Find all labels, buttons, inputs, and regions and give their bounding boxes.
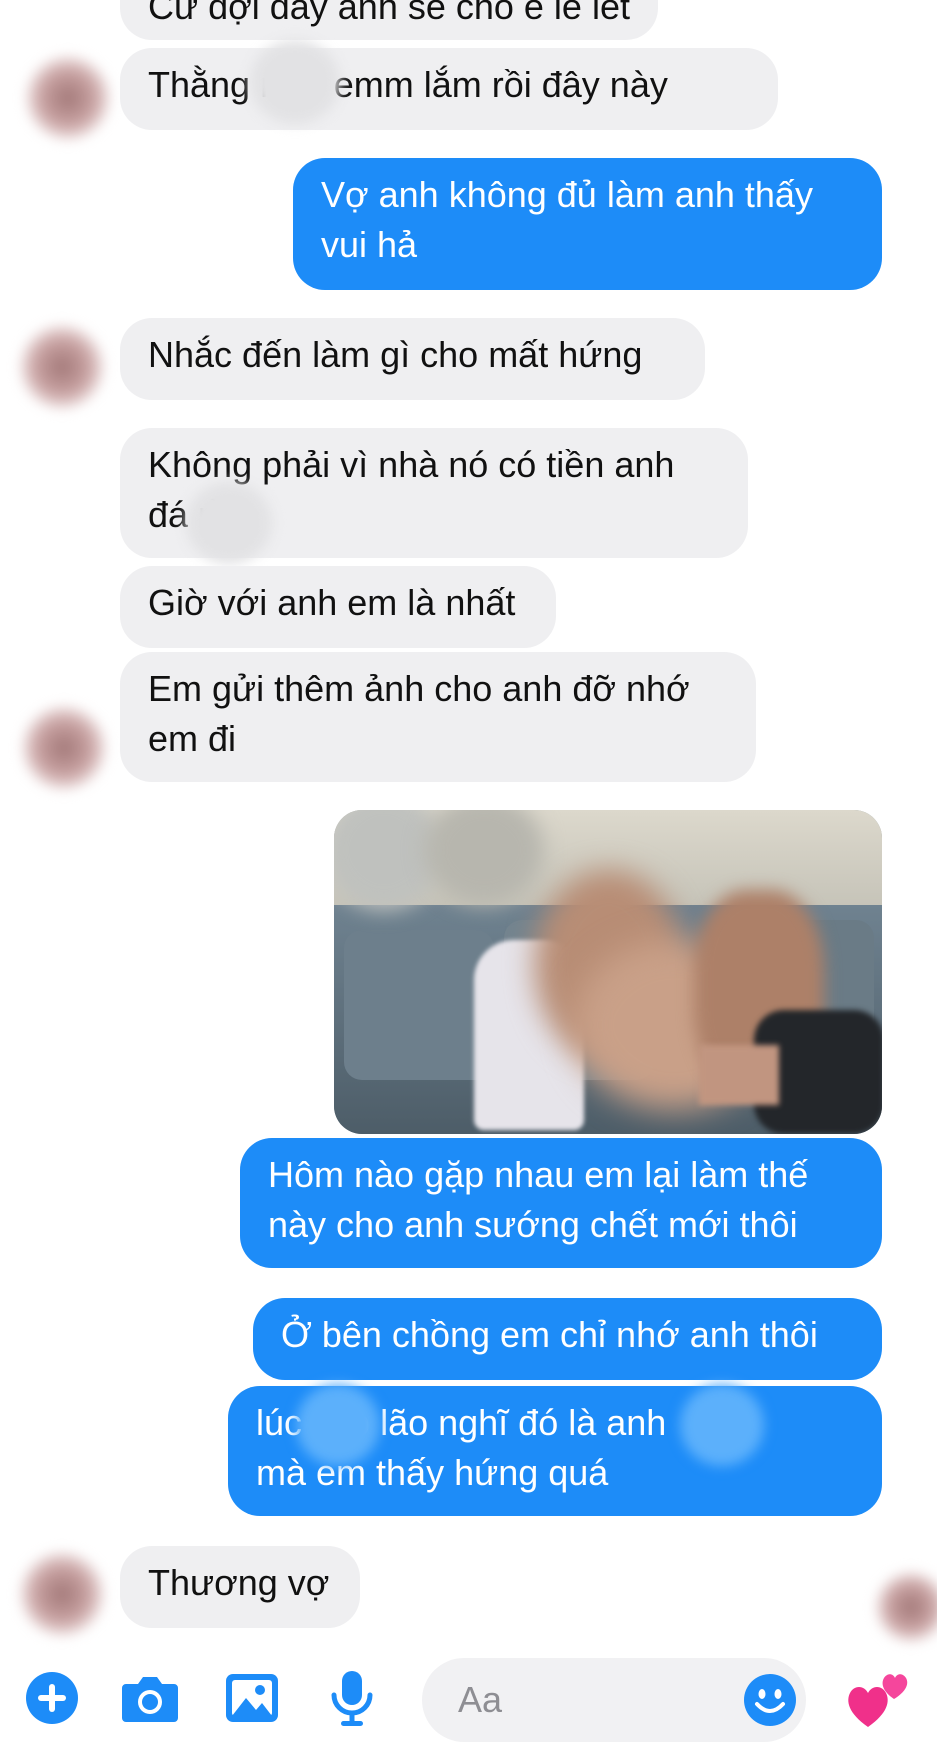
message-composer[interactable]	[422, 1658, 806, 1742]
contact-avatar[interactable]	[20, 1552, 104, 1636]
contact-avatar[interactable]	[26, 56, 110, 140]
redaction-blur	[186, 482, 272, 564]
contact-avatar[interactable]	[22, 706, 106, 790]
message-bubble-incoming[interactable]: Thương vợ	[120, 1546, 360, 1628]
redaction-blur	[250, 40, 340, 124]
message-bubble-outgoing[interactable]: Ở bên chồng em chỉ nhớ anh thôi	[253, 1298, 882, 1380]
message-bubble-outgoing[interactable]: Hôm nào gặp nhau em lại làm thế này cho …	[240, 1138, 882, 1268]
message-bubble-outgoing[interactable]: Vợ anh không đủ làm anh thấy vui hả	[293, 158, 882, 290]
redaction-blur	[680, 1384, 764, 1466]
message-bubble-incoming[interactable]: Giờ với anh em là nhất	[120, 566, 556, 648]
message-input[interactable]	[458, 1658, 718, 1742]
redaction-blur	[296, 1384, 380, 1466]
contact-avatar[interactable]	[20, 325, 104, 409]
message-bubble-incoming[interactable]: Em gửi thêm ảnh cho anh đỡ nhớ em đi	[120, 652, 756, 782]
hearts-icon[interactable]	[842, 1664, 912, 1734]
message-bubble-incoming[interactable]: Cứ đợi đấy anh sẽ cho e lê lết	[120, 0, 658, 40]
shared-photo[interactable]	[334, 810, 882, 1134]
message-bubble-incoming[interactable]: Thằng nhớ emm lắm rồi đây này	[120, 48, 778, 130]
microphone-icon[interactable]	[322, 1668, 382, 1728]
camera-icon[interactable]	[120, 1668, 180, 1728]
emoji-icon[interactable]	[742, 1672, 798, 1728]
read-receipt-avatar	[876, 1572, 937, 1642]
message-bubble-incoming[interactable]: Nhắc đến làm gì cho mất hứng	[120, 318, 705, 400]
image-icon[interactable]	[222, 1668, 282, 1728]
plus-icon[interactable]	[22, 1668, 82, 1728]
